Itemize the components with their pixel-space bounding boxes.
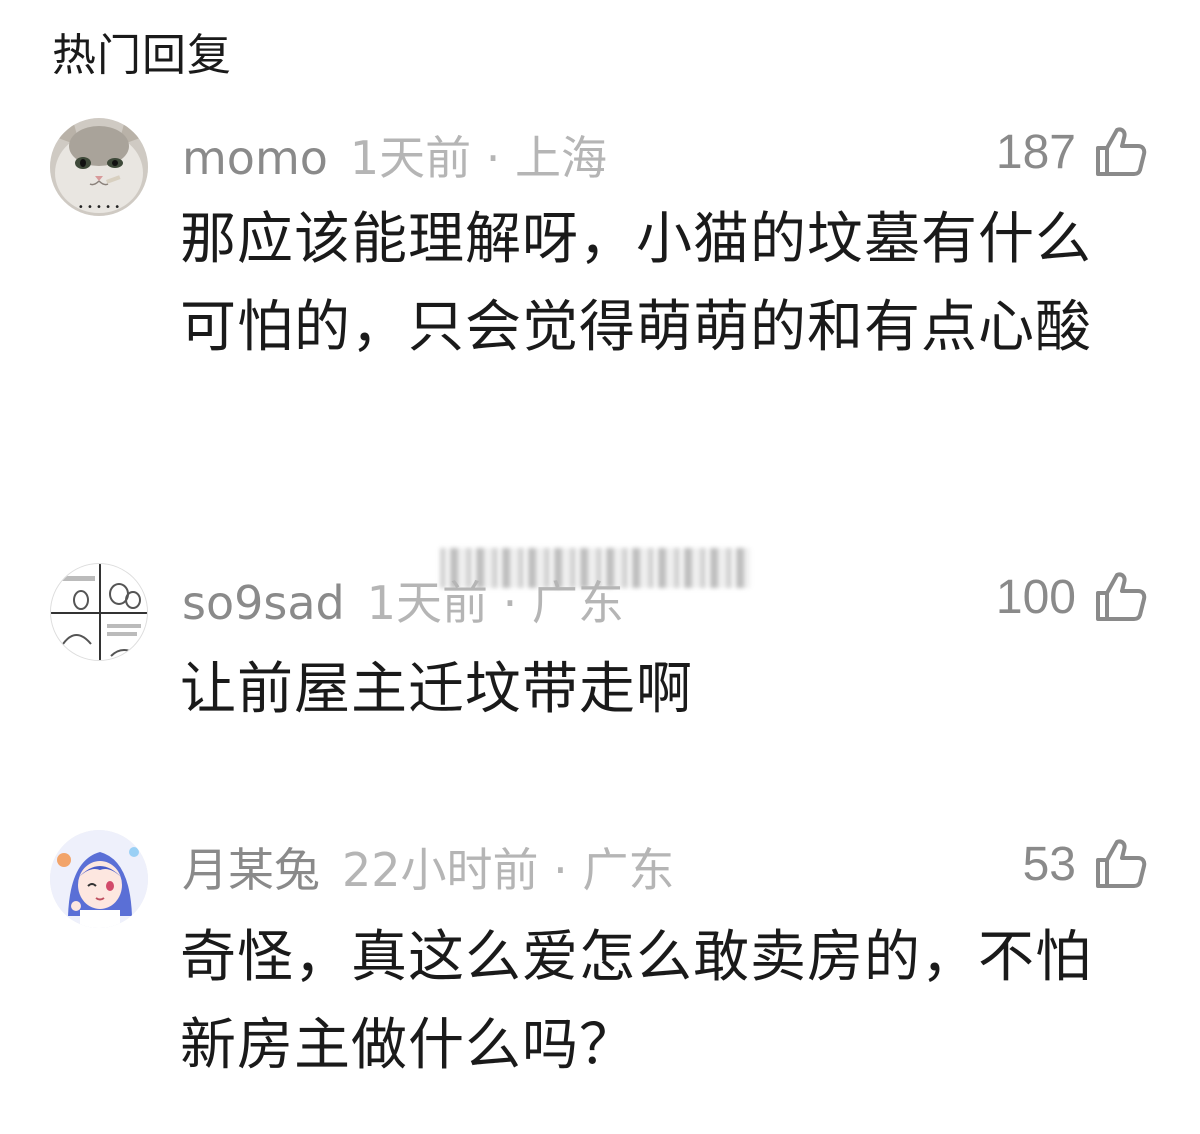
cat-avatar-icon: • • • • • <box>50 118 148 216</box>
comic-avatar-icon <box>51 564 147 660</box>
comment-content: 那应该能理解呀，小猫的坟墓有什么可怕的，只会觉得萌萌的和有点心酸 <box>180 207 1092 360</box>
like-count: 100 <box>995 570 1076 624</box>
comment-meta: 月某兔 22小时前 · 广东 <box>182 840 674 900</box>
thumbs-up-icon <box>1096 572 1147 621</box>
comment-content: 让前屋主迁坟带走啊 <box>180 657 693 722</box>
like-button[interactable]: 53 <box>1023 834 1148 894</box>
username[interactable]: momo <box>182 131 328 185</box>
svg-text:• • • • •: • • • • • <box>78 202 120 213</box>
like-button[interactable]: 187 <box>996 122 1148 182</box>
thumbs-up-icon <box>1096 839 1147 888</box>
comment-time-location: 22小时前 · 广东 <box>342 843 675 897</box>
user-avatar[interactable] <box>50 830 148 928</box>
anime-girl-avatar-icon <box>50 830 148 928</box>
thumbs-up-icon <box>1096 127 1147 176</box>
username[interactable]: so9sad <box>182 576 345 630</box>
like-button[interactable]: 100 <box>996 567 1148 627</box>
comment-meta: momo 1天前 · 上海 <box>182 128 607 188</box>
section-title: 热门回复 <box>52 30 232 81</box>
comment-content: 奇怪，真这么爱怎么敢卖房的，不怕新房主做什么吗？ <box>180 925 1092 1078</box>
like-count: 53 <box>1022 837 1076 891</box>
comment-time-location: 1天前 · 上海 <box>349 131 608 185</box>
username[interactable]: 月某兔 <box>182 843 320 897</box>
like-count: 187 <box>995 125 1076 179</box>
user-avatar[interactable]: • • • • • <box>50 118 148 216</box>
user-avatar[interactable] <box>50 563 148 661</box>
comment-time-location: 1天前 · 广东 <box>366 576 624 630</box>
comment-meta: so9sad 1天前 · 广东 <box>182 573 624 633</box>
